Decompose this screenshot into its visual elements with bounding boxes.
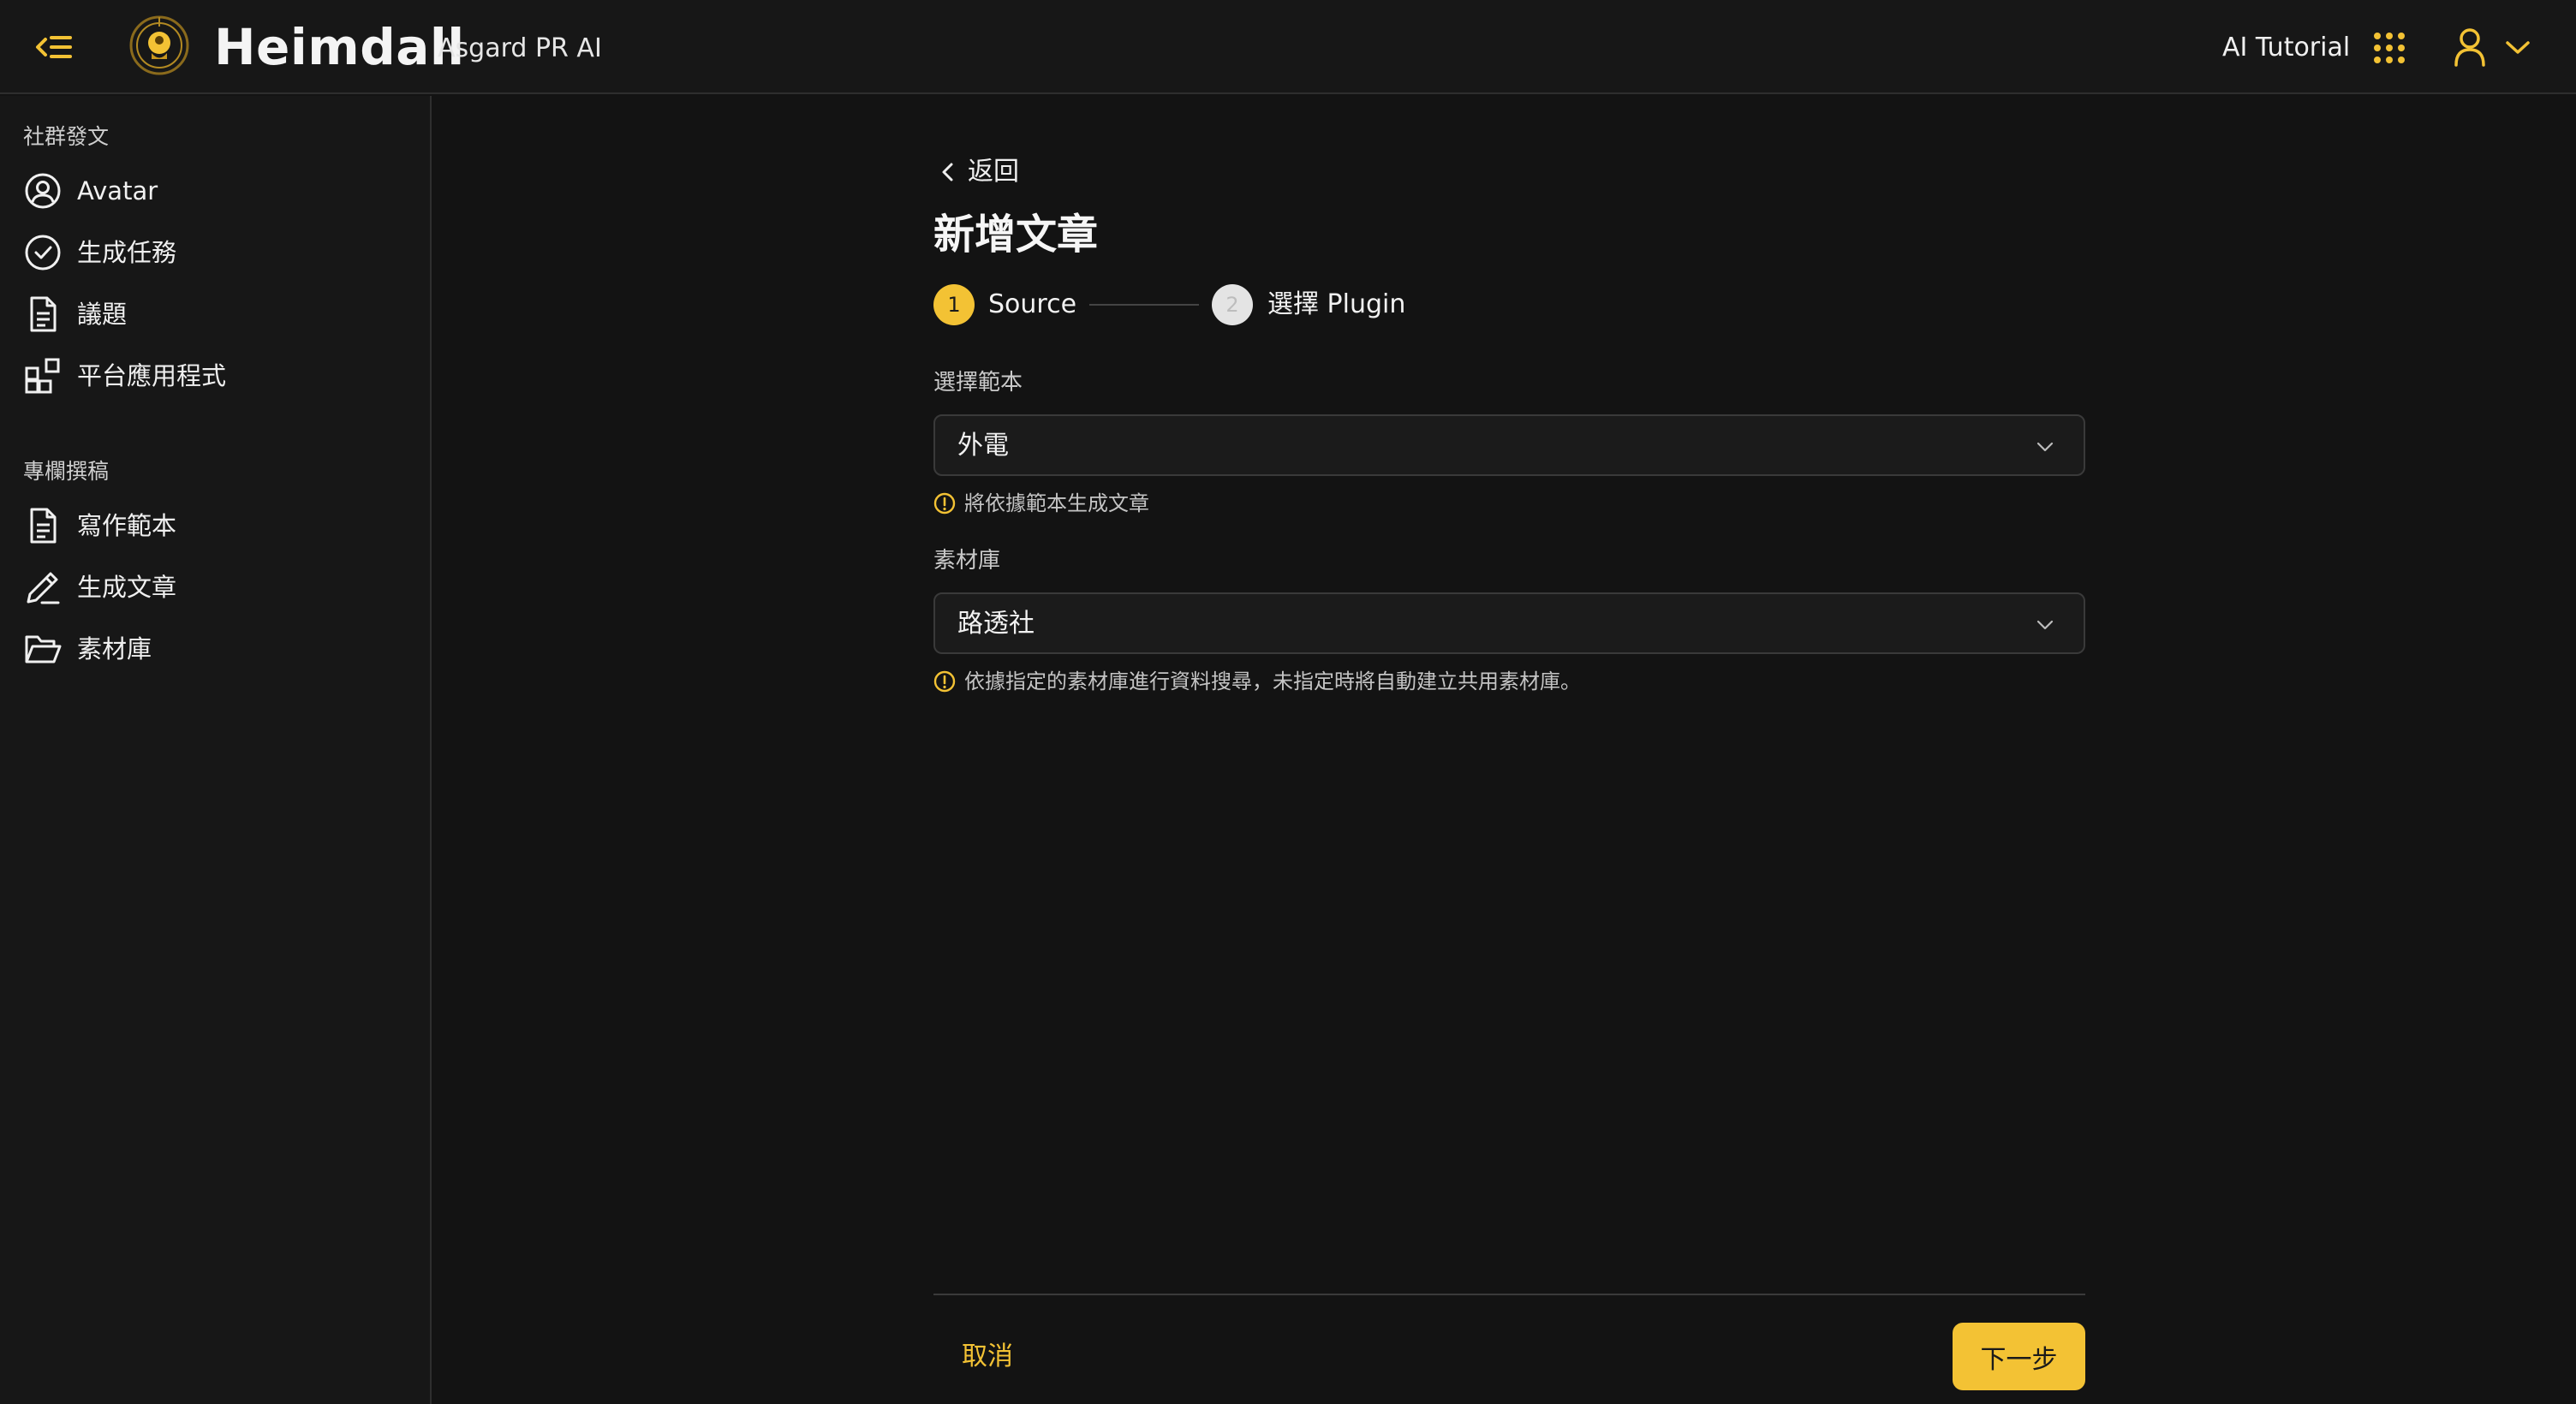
- brand-title: Heimdall: [214, 18, 465, 76]
- footer-divider: [933, 1294, 2085, 1295]
- apps-grid-icon[interactable]: [2372, 31, 2406, 65]
- info-circle-icon: [933, 492, 956, 515]
- apps-grid-icon: [25, 358, 60, 394]
- page-title: 新增文章: [933, 211, 1099, 259]
- sidebar-item-writing-templates[interactable]: 寫作範本: [0, 497, 430, 554]
- check-circle-icon: [25, 235, 61, 271]
- step-1-indicator: 1: [933, 284, 975, 325]
- sidebar-item-platform-apps[interactable]: 平台應用程式: [0, 348, 430, 404]
- library-select-value: 路透社: [957, 609, 1035, 639]
- sidebar-item-material-library[interactable]: 素材庫: [0, 621, 430, 677]
- library-select-label: 素材庫: [933, 548, 1001, 574]
- user-icon: [2454, 28, 2485, 67]
- sidebar: 社群發文 Avatar 生成任務 議題 平台應用程式 專欄撰稿 寫作範本 生成文…: [0, 96, 432, 1404]
- folder-open-icon: [25, 635, 62, 663]
- heimdall-logo-icon: [128, 15, 190, 76]
- back-label: 返回: [968, 157, 1019, 187]
- sidebar-item-label: 素材庫: [77, 634, 152, 663]
- sidebar-item-generate-article[interactable]: 生成文章: [0, 559, 430, 616]
- sidebar-item-label: 生成文章: [77, 573, 177, 602]
- sidebar-item-avatar[interactable]: Avatar: [0, 163, 430, 219]
- cancel-button[interactable]: 取消: [940, 1336, 1035, 1378]
- chevron-down-icon: [2036, 442, 2054, 452]
- sidebar-item-label: 寫作範本: [77, 511, 177, 540]
- library-select[interactable]: 路透社: [933, 592, 2085, 654]
- sidebar-item-topics[interactable]: 議題: [0, 286, 430, 342]
- chevron-left-icon: [942, 163, 953, 181]
- template-select-value: 外電: [957, 431, 1009, 461]
- ai-tutorial-link[interactable]: AI Tutorial: [2222, 31, 2350, 65]
- document-icon: [30, 296, 57, 332]
- next-step-button[interactable]: 下一步: [1953, 1323, 2085, 1390]
- collapse-sidebar-icon[interactable]: [33, 26, 75, 68]
- template-hint-text: 將依據範本生成文章: [964, 491, 1149, 515]
- sidebar-item-label: 平台應用程式: [77, 361, 227, 390]
- sidebar-item-tasks[interactable]: 生成任務: [0, 224, 430, 281]
- brand-subtitle: Asgard PR AI: [438, 33, 602, 63]
- user-menu-button[interactable]: [2451, 24, 2537, 70]
- user-circle-icon: [25, 173, 61, 209]
- pen-icon: [27, 572, 60, 604]
- sidebar-section-title: 社群發文: [23, 124, 110, 149]
- step-connector: [1089, 304, 1199, 306]
- step-1-label: Source: [988, 289, 1077, 319]
- top-header: Heimdall Asgard PR AI AI Tutorial: [0, 0, 2576, 94]
- library-hint-text: 依據指定的素材庫進行資料搜尋，未指定時將自動建立共用素材庫。: [964, 669, 1581, 693]
- document-icon: [30, 508, 57, 544]
- sidebar-item-label: 議題: [77, 300, 128, 329]
- chevron-down-icon: [2506, 41, 2530, 54]
- chevron-down-icon: [2036, 620, 2054, 630]
- info-circle-icon: [933, 670, 956, 693]
- sidebar-section-title: 專欄撰稿: [23, 459, 110, 484]
- sidebar-item-label: 生成任務: [77, 238, 177, 267]
- step-2-label: 選擇 Plugin: [1267, 289, 1406, 319]
- template-select-label: 選擇範本: [933, 370, 1023, 396]
- template-select[interactable]: 外電: [933, 414, 2085, 476]
- step-2-indicator: 2: [1212, 284, 1253, 325]
- sidebar-item-label: Avatar: [77, 176, 158, 205]
